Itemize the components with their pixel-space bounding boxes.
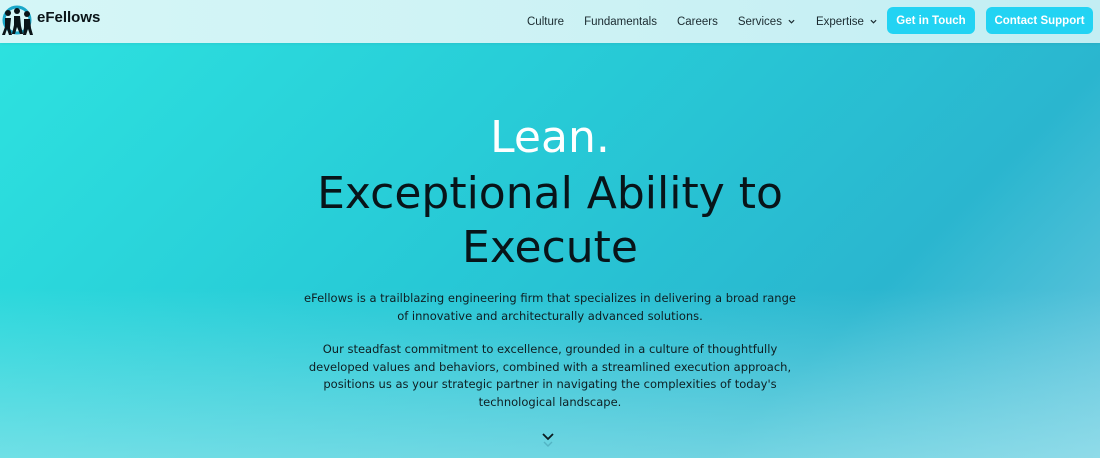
brand-name: eFellows <box>37 8 101 26</box>
hero-intro-paragraph: eFellows is a trailblazing engineering f… <box>304 291 796 323</box>
nav-culture[interactable]: Culture <box>527 16 564 28</box>
hero-commitment-paragraph: Our steadfast commitment to excellence, … <box>308 342 792 409</box>
people-circle-logo-icon <box>2 5 33 35</box>
brand-logo[interactable]: eFellows <box>0 4 100 38</box>
main-nav: Culture Fundamentals Careers Services Ex… <box>527 0 877 43</box>
chevron-down-icon <box>788 19 795 24</box>
hero-title-line1: Lean. <box>490 112 610 163</box>
nav-services-label: Services <box>737 15 782 28</box>
site-header: eFellows Culture Fundamentals Careers Se… <box>0 0 1100 43</box>
double-chevron-down-icon[interactable] <box>540 430 556 452</box>
nav-expertise-label: Expertise <box>815 15 864 28</box>
contact-support-button[interactable]: Contact Support <box>986 7 1093 34</box>
nav-services[interactable]: Services <box>738 16 795 28</box>
hero-title-line2: Exceptional Ability to <box>317 168 783 219</box>
nav-fundamentals[interactable]: Fundamentals <box>584 16 657 28</box>
get-in-touch-button[interactable]: Get in Touch <box>887 7 975 34</box>
nav-expertise[interactable]: Expertise <box>816 16 877 28</box>
chevron-down-icon <box>870 19 877 24</box>
hero-title-line3: Execute <box>462 222 638 273</box>
nav-careers[interactable]: Careers <box>677 16 718 28</box>
